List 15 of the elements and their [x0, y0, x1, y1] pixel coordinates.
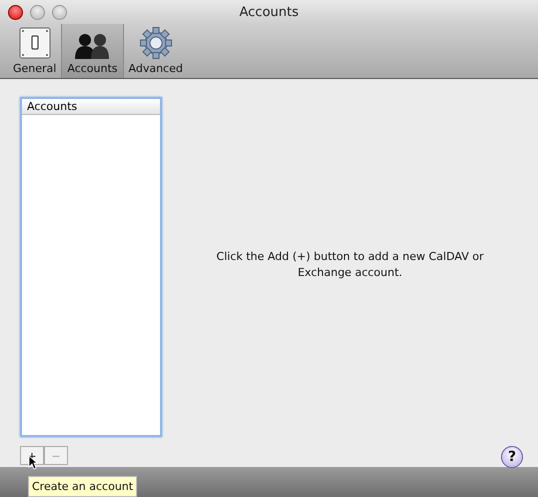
switch-icon — [18, 27, 51, 59]
minimize-button[interactable] — [30, 4, 45, 20]
empty-message: Click the Add (+) button to add a new CalDAV or Exchange account. — [215, 249, 485, 281]
toolbar-tab[interactable]: Accounts — [61, 24, 124, 78]
help-button[interactable]: ? — [501, 446, 523, 468]
gear-icon — [140, 27, 172, 59]
people-icon — [75, 33, 110, 59]
zoom-button[interactable] — [52, 4, 67, 20]
list-header: Accounts — [22, 99, 160, 115]
window-title: Accounts — [239, 4, 299, 20]
toolbar-tab[interactable]: General — [8, 24, 62, 78]
tooltip: Create an account — [28, 476, 138, 497]
close-button[interactable] — [8, 4, 23, 20]
toolbar-tab[interactable]: Advanced — [124, 24, 188, 78]
account-list[interactable]: Accounts — [20, 97, 162, 437]
